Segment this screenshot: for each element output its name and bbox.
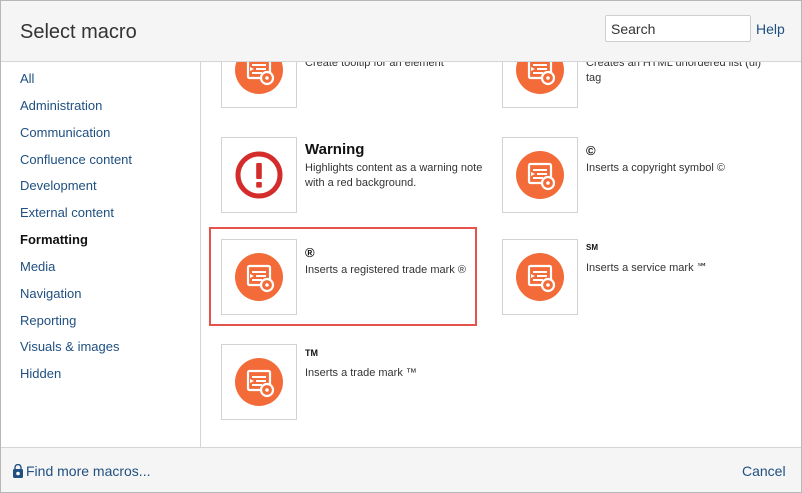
help-link[interactable]: Help (756, 21, 785, 37)
dialog-footer: Find more macros... Cancel (1, 447, 801, 492)
macro-card-warning[interactable]: Warning Highlights content as a warning … (221, 137, 491, 217)
category-reporting[interactable]: Reporting (20, 313, 76, 328)
macro-description: Inserts a copyright symbol © (586, 162, 725, 174)
macro-card-service-mark[interactable]: SM Inserts a service mark ℠ (502, 239, 772, 319)
warning-icon (235, 151, 283, 199)
macro-card-tooltip[interactable]: Create tooltip for an element (221, 62, 491, 112)
macro-grid: Create tooltip for an element Creates an… (202, 62, 801, 447)
search-input[interactable] (605, 15, 751, 42)
macro-gear-icon (516, 253, 564, 301)
macro-name: SM (586, 243, 598, 252)
macro-name: TM (305, 348, 318, 358)
macro-gear-icon (516, 62, 564, 94)
macro-gear-icon (516, 151, 564, 199)
category-communication[interactable]: Communication (20, 125, 110, 140)
select-macro-dialog: Select macro Help All Administration Com… (0, 0, 802, 493)
macro-description: Inserts a trade mark ™ (305, 367, 417, 379)
category-external-content[interactable]: External content (20, 205, 114, 220)
macro-card-trade-mark[interactable]: TM Inserts a trade mark ™ (221, 344, 491, 424)
category-administration[interactable]: Administration (20, 98, 102, 113)
category-navigation[interactable]: Navigation (20, 286, 81, 301)
macro-description: Create tooltip for an element (305, 62, 444, 69)
macro-thumbnail (221, 239, 297, 315)
macro-card-registered[interactable]: ® Inserts a registered trade mark ® (221, 239, 491, 319)
category-all[interactable]: All (20, 71, 34, 86)
macro-description: Highlights content as a warning note wit… (305, 162, 483, 189)
category-confluence-content[interactable]: Confluence content (20, 152, 132, 167)
category-formatting[interactable]: Formatting (20, 232, 88, 247)
category-hidden[interactable]: Hidden (20, 366, 61, 381)
macro-card-copyright[interactable]: © Inserts a copyright symbol © (502, 137, 772, 217)
find-more-label: Find more macros... (26, 463, 151, 479)
macro-gear-icon (235, 358, 283, 406)
macro-name: ® (305, 245, 315, 260)
macro-description: Inserts a service mark ℠ (586, 262, 708, 274)
macro-description: Inserts a registered trade mark ® (305, 264, 466, 276)
category-visuals-images[interactable]: Visuals & images (20, 339, 119, 354)
macro-card-unordered-list[interactable]: Creates an HTML unordered list (ul) tag (502, 62, 772, 112)
macro-thumbnail (502, 137, 578, 213)
macro-name: © (586, 143, 596, 158)
category-sidebar: All Administration Communication Conflue… (1, 62, 201, 447)
cancel-button[interactable]: Cancel (742, 463, 786, 479)
marketplace-bag-icon (13, 463, 23, 478)
dialog-header: Select macro Help (1, 1, 801, 62)
dialog-title: Select macro (20, 21, 137, 43)
category-media[interactable]: Media (20, 259, 55, 274)
macro-thumbnail (502, 62, 578, 108)
macro-description: Creates an HTML unordered list (ul) tag (586, 62, 762, 84)
macro-thumbnail (221, 344, 297, 420)
macro-gear-icon (235, 62, 283, 94)
macro-name: Warning (305, 141, 365, 158)
macro-gear-icon (235, 253, 283, 301)
macro-thumbnail (221, 62, 297, 108)
find-more-macros-link[interactable]: Find more macros... (12, 463, 150, 479)
macro-thumbnail (502, 239, 578, 315)
category-development[interactable]: Development (20, 178, 97, 193)
macro-thumbnail (221, 137, 297, 213)
